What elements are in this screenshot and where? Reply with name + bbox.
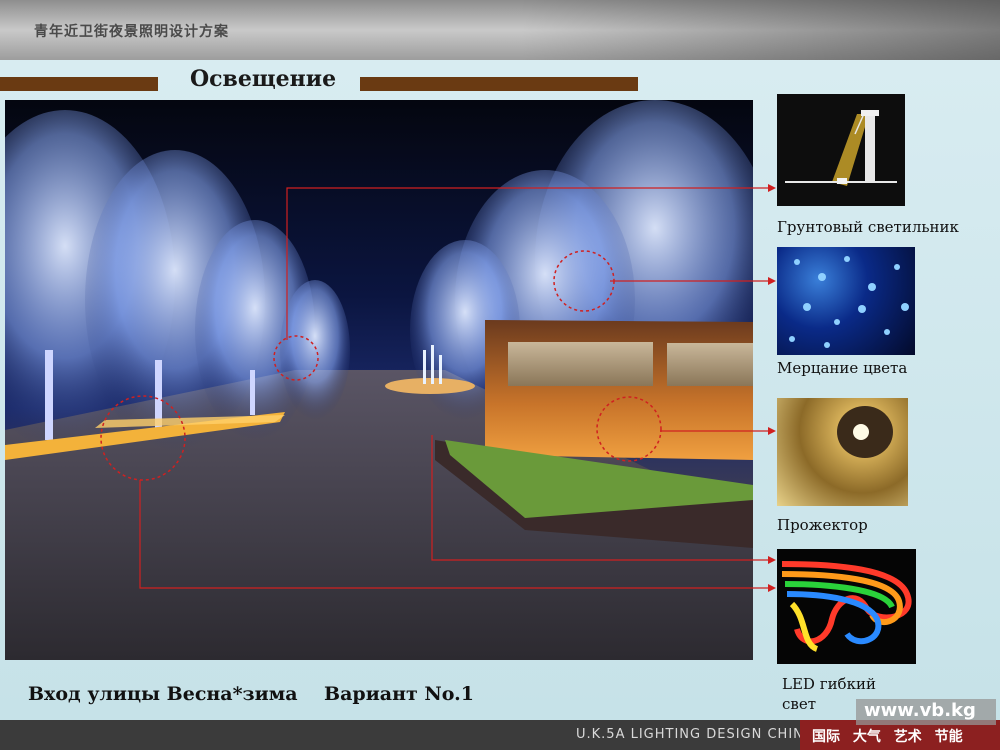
twinkle-lights-image [777, 247, 915, 355]
header-swoosh [520, 0, 1000, 60]
section-title: Освещение [190, 66, 337, 92]
main-caption: Вход улицы Весна*зима Вариант No.1 [28, 683, 474, 705]
twinkle-lights-icon [789, 256, 909, 348]
watermark-text: www.vb.kg [864, 700, 976, 721]
header-title: 青年近卫街夜景照明设计方案 [34, 24, 229, 40]
footer-tags: 国际 大气 艺术 节能 [812, 729, 963, 745]
main-night-photo [5, 100, 753, 660]
night-scene-illustration [5, 100, 753, 660]
ground-light-image [777, 94, 905, 206]
title-bar-left [0, 77, 158, 91]
title-bar-right [360, 77, 638, 91]
led-strip-icon [781, 561, 912, 652]
spotlight-image [777, 398, 908, 506]
ground-light-sketch-icon [785, 110, 897, 186]
caption-ground-light: Грунтовый светильник [777, 218, 959, 236]
caption-spotlight: Прожектор [777, 516, 868, 534]
led-strip-image [777, 549, 916, 664]
footer-brand: U.K.5A LIGHTING DESIGN CHINA [576, 727, 814, 742]
caption-twinkle: Мерцание цвета [777, 359, 908, 377]
spotlight-icon [837, 406, 893, 458]
